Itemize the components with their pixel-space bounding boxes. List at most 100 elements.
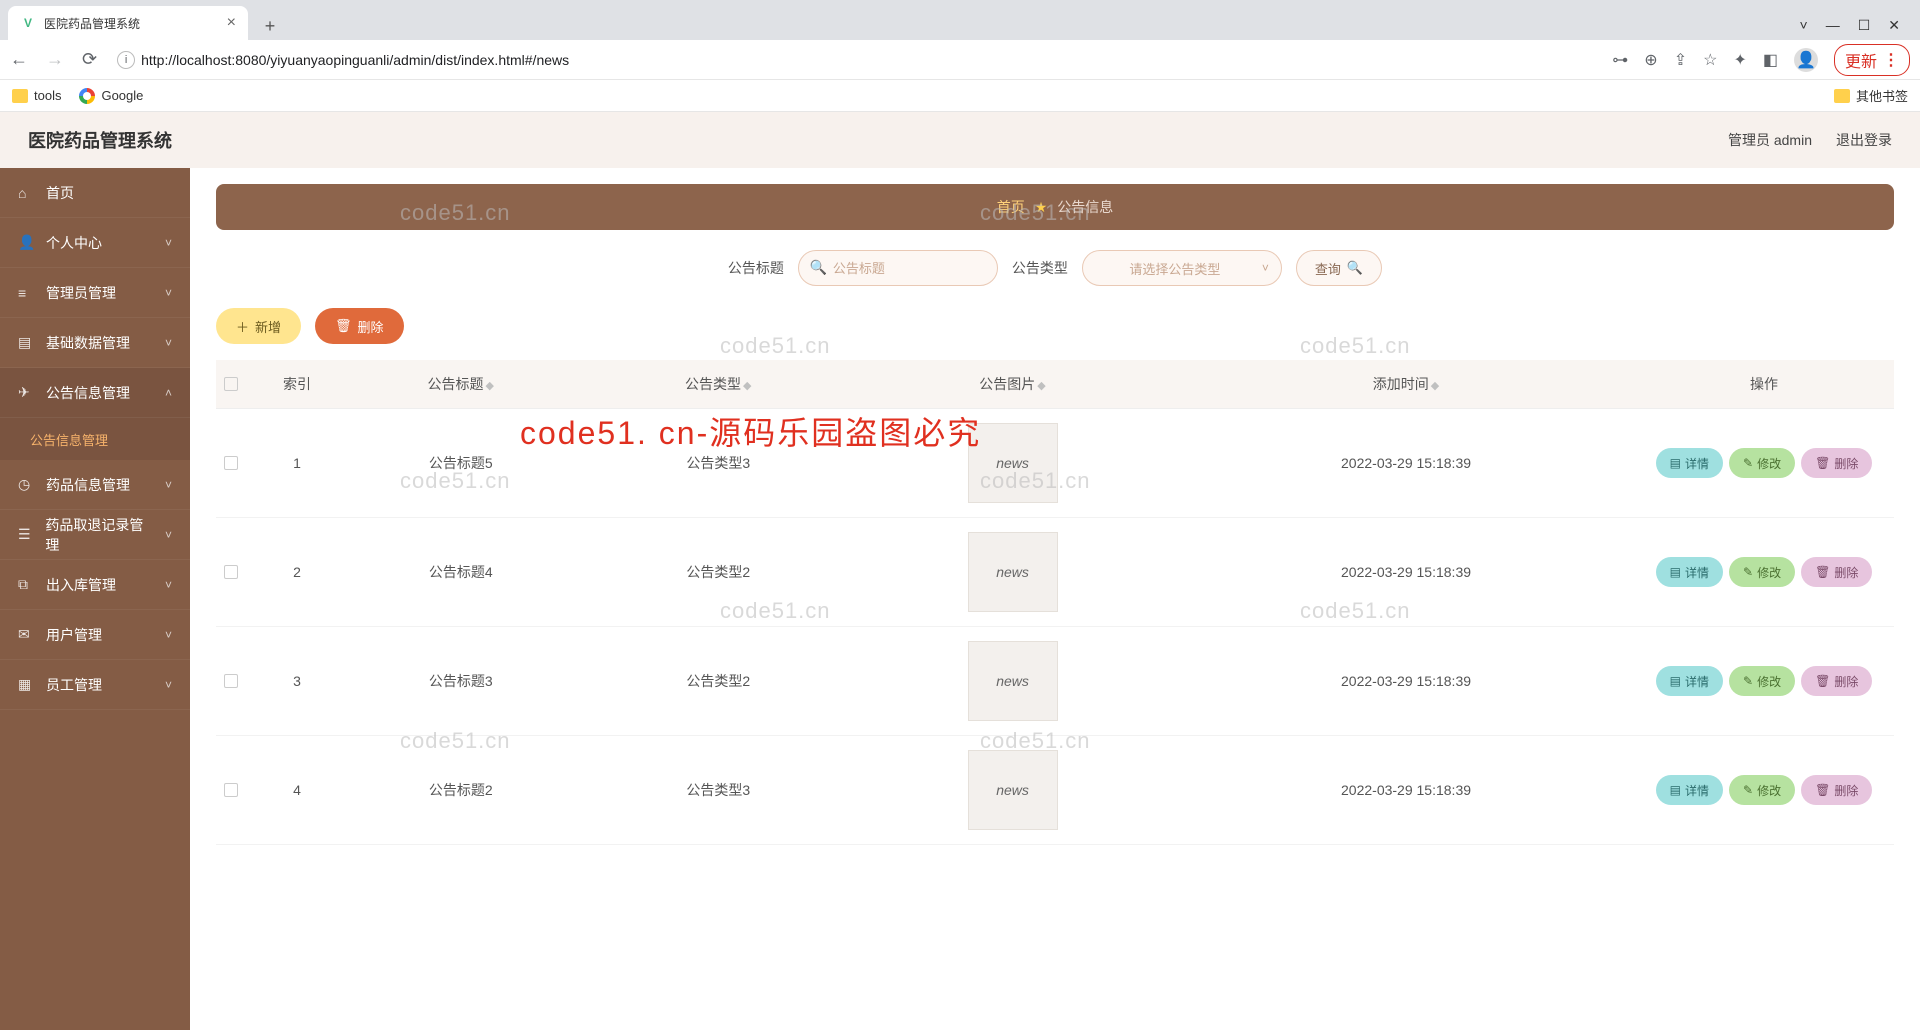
cell-ops: ▤详情✎修改🗑删除 bbox=[1634, 409, 1894, 518]
chevron-down-icon: ˅ bbox=[165, 236, 172, 250]
edit-button[interactable]: ✎修改 bbox=[1729, 666, 1795, 696]
forward-icon[interactable]: → bbox=[46, 49, 64, 70]
delete-button[interactable]: 🗑删除 bbox=[315, 308, 404, 344]
row-checkbox[interactable] bbox=[224, 456, 238, 470]
sidebar-item-notice[interactable]: ✈公告信息管理˄ bbox=[0, 368, 190, 418]
doc-icon: ▤ bbox=[1670, 674, 1681, 688]
profile-avatar[interactable]: 👤 bbox=[1794, 48, 1818, 72]
data-table: 索引 公告标题◆ 公告类型◆ 公告图片◆ 添加时间◆ 操作 1公告标题5公告类型… bbox=[216, 360, 1894, 845]
trash-icon: 🗑 bbox=[1815, 783, 1830, 797]
back-icon[interactable]: ← bbox=[10, 49, 28, 70]
trash-icon: 🗑 bbox=[1815, 456, 1830, 470]
add-button[interactable]: ＋新增 bbox=[216, 308, 301, 344]
sidebar-sub-notice[interactable]: 公告信息管理 bbox=[0, 418, 190, 460]
cell-title: 公告标题4 bbox=[332, 518, 590, 627]
row-delete-button[interactable]: 🗑删除 bbox=[1801, 448, 1872, 478]
cell-ops: ▤详情✎修改🗑删除 bbox=[1634, 736, 1894, 845]
news-image bbox=[968, 641, 1058, 721]
row-checkbox[interactable] bbox=[224, 565, 238, 579]
cell-time: 2022-03-29 15:18:39 bbox=[1178, 518, 1634, 627]
breadcrumb-home[interactable]: 首页 bbox=[997, 197, 1025, 217]
table-row: 2公告标题4公告类型22022-03-29 15:18:39▤详情✎修改🗑删除 bbox=[216, 518, 1894, 627]
logout-link[interactable]: 退出登录 bbox=[1836, 130, 1892, 150]
browser-tab-strip: V 医院药品管理系统 × + ˅ — ☐ ✕ bbox=[0, 0, 1920, 40]
bookmark-tools[interactable]: tools bbox=[12, 88, 61, 103]
sidebar-item-user[interactable]: ✉用户管理˅ bbox=[0, 610, 190, 660]
breadcrumb-current: 公告信息 bbox=[1057, 197, 1113, 217]
search-type-label: 公告类型 bbox=[1012, 258, 1068, 278]
col-image[interactable]: 公告图片◆ bbox=[847, 360, 1178, 409]
search-type-select[interactable]: 请选择公告类型 ˅ bbox=[1082, 250, 1282, 286]
select-all-checkbox[interactable] bbox=[224, 377, 238, 391]
doc-icon: ▤ bbox=[1670, 565, 1681, 579]
row-delete-button[interactable]: 🗑删除 bbox=[1801, 775, 1872, 805]
cell-index: 1 bbox=[262, 409, 332, 518]
news-image bbox=[968, 423, 1058, 503]
detail-button[interactable]: ▤详情 bbox=[1656, 448, 1723, 478]
update-button[interactable]: 更新⋮ bbox=[1834, 44, 1910, 76]
detail-button[interactable]: ▤详情 bbox=[1656, 557, 1723, 587]
detail-button[interactable]: ▤详情 bbox=[1656, 666, 1723, 696]
col-index[interactable]: 索引 bbox=[262, 360, 332, 409]
box-icon: ⧉ bbox=[18, 576, 34, 593]
trash-icon: 🗑 bbox=[1815, 565, 1830, 579]
key-icon[interactable]: ⊶ bbox=[1612, 50, 1628, 70]
cell-time: 2022-03-29 15:18:39 bbox=[1178, 627, 1634, 736]
zoom-icon[interactable]: ⊕ bbox=[1644, 50, 1657, 70]
row-checkbox[interactable] bbox=[224, 783, 238, 797]
minimize-icon[interactable]: — bbox=[1826, 17, 1840, 34]
share-icon[interactable]: ⇪ bbox=[1674, 50, 1687, 70]
row-delete-button[interactable]: 🗑删除 bbox=[1801, 666, 1872, 696]
chevron-down-icon: ˅ bbox=[165, 528, 172, 542]
sidepanel-icon[interactable]: ◧ bbox=[1763, 50, 1778, 70]
sidebar-item-staff[interactable]: ▦员工管理˅ bbox=[0, 660, 190, 710]
close-icon[interactable]: × bbox=[227, 14, 236, 32]
cell-type: 公告类型2 bbox=[590, 627, 848, 736]
sidebar-item-drugrecord[interactable]: ☰药品取退记录管理˅ bbox=[0, 510, 190, 560]
search-title-wrap: 🔍 bbox=[798, 250, 998, 286]
chevron-down-icon: ˅ bbox=[165, 336, 172, 350]
edit-button[interactable]: ✎修改 bbox=[1729, 775, 1795, 805]
row-delete-button[interactable]: 🗑删除 bbox=[1801, 557, 1872, 587]
search-icon: 🔍 bbox=[810, 259, 827, 276]
search-title-label: 公告标题 bbox=[728, 258, 784, 278]
bookmark-google[interactable]: Google bbox=[79, 88, 143, 104]
row-checkbox[interactable] bbox=[224, 674, 238, 688]
sidebar-item-basedata[interactable]: ▤基础数据管理˅ bbox=[0, 318, 190, 368]
sidebar-item-drug[interactable]: ◷药品信息管理˅ bbox=[0, 460, 190, 510]
google-icon bbox=[79, 88, 95, 104]
search-title-input[interactable] bbox=[798, 250, 998, 286]
cell-type: 公告类型3 bbox=[590, 736, 848, 845]
site-info-icon[interactable]: i bbox=[117, 51, 135, 69]
close-window-icon[interactable]: ✕ bbox=[1888, 17, 1900, 34]
col-type[interactable]: 公告类型◆ bbox=[590, 360, 848, 409]
bookmark-icon[interactable]: ☆ bbox=[1703, 50, 1717, 70]
sidebar-item-home[interactable]: ⌂首页 bbox=[0, 168, 190, 218]
star-icon: ★ bbox=[1035, 199, 1048, 216]
edit-button[interactable]: ✎修改 bbox=[1729, 557, 1795, 587]
maximize-icon[interactable]: ☐ bbox=[1858, 17, 1871, 34]
trash-icon: 🗑 bbox=[1815, 674, 1830, 688]
url-box[interactable]: i http://localhost:8080/yiyuanyaopinguan… bbox=[109, 51, 1600, 69]
col-time[interactable]: 添加时间◆ bbox=[1178, 360, 1634, 409]
edit-button[interactable]: ✎修改 bbox=[1729, 448, 1795, 478]
detail-button[interactable]: ▤详情 bbox=[1656, 775, 1723, 805]
search-icon: 🔍 bbox=[1347, 260, 1363, 276]
query-button[interactable]: 查询🔍 bbox=[1296, 250, 1382, 286]
chevron-down-icon: ˅ bbox=[165, 578, 172, 592]
action-row: ＋新增 🗑删除 bbox=[216, 308, 1894, 344]
col-title[interactable]: 公告标题◆ bbox=[332, 360, 590, 409]
sidebar-item-admin[interactable]: ≡管理员管理˅ bbox=[0, 268, 190, 318]
browser-tab[interactable]: V 医院药品管理系统 × bbox=[8, 6, 248, 40]
edit-icon: ✎ bbox=[1743, 783, 1753, 797]
reload-icon[interactable]: ⟳ bbox=[82, 49, 97, 70]
grid-icon: ▦ bbox=[18, 676, 34, 693]
user-label[interactable]: 管理员 admin bbox=[1728, 130, 1812, 150]
extensions-icon[interactable]: ✦ bbox=[1733, 50, 1746, 70]
sidebar-item-stock[interactable]: ⧉出入库管理˅ bbox=[0, 560, 190, 610]
sidebar-item-profile[interactable]: 👤个人中心˅ bbox=[0, 218, 190, 268]
clock-icon: ◷ bbox=[18, 476, 34, 493]
chevron-down-icon[interactable]: ˅ bbox=[1800, 17, 1808, 34]
bookmark-other[interactable]: 其他书签 bbox=[1834, 86, 1908, 105]
new-tab-button[interactable]: + bbox=[256, 12, 284, 40]
